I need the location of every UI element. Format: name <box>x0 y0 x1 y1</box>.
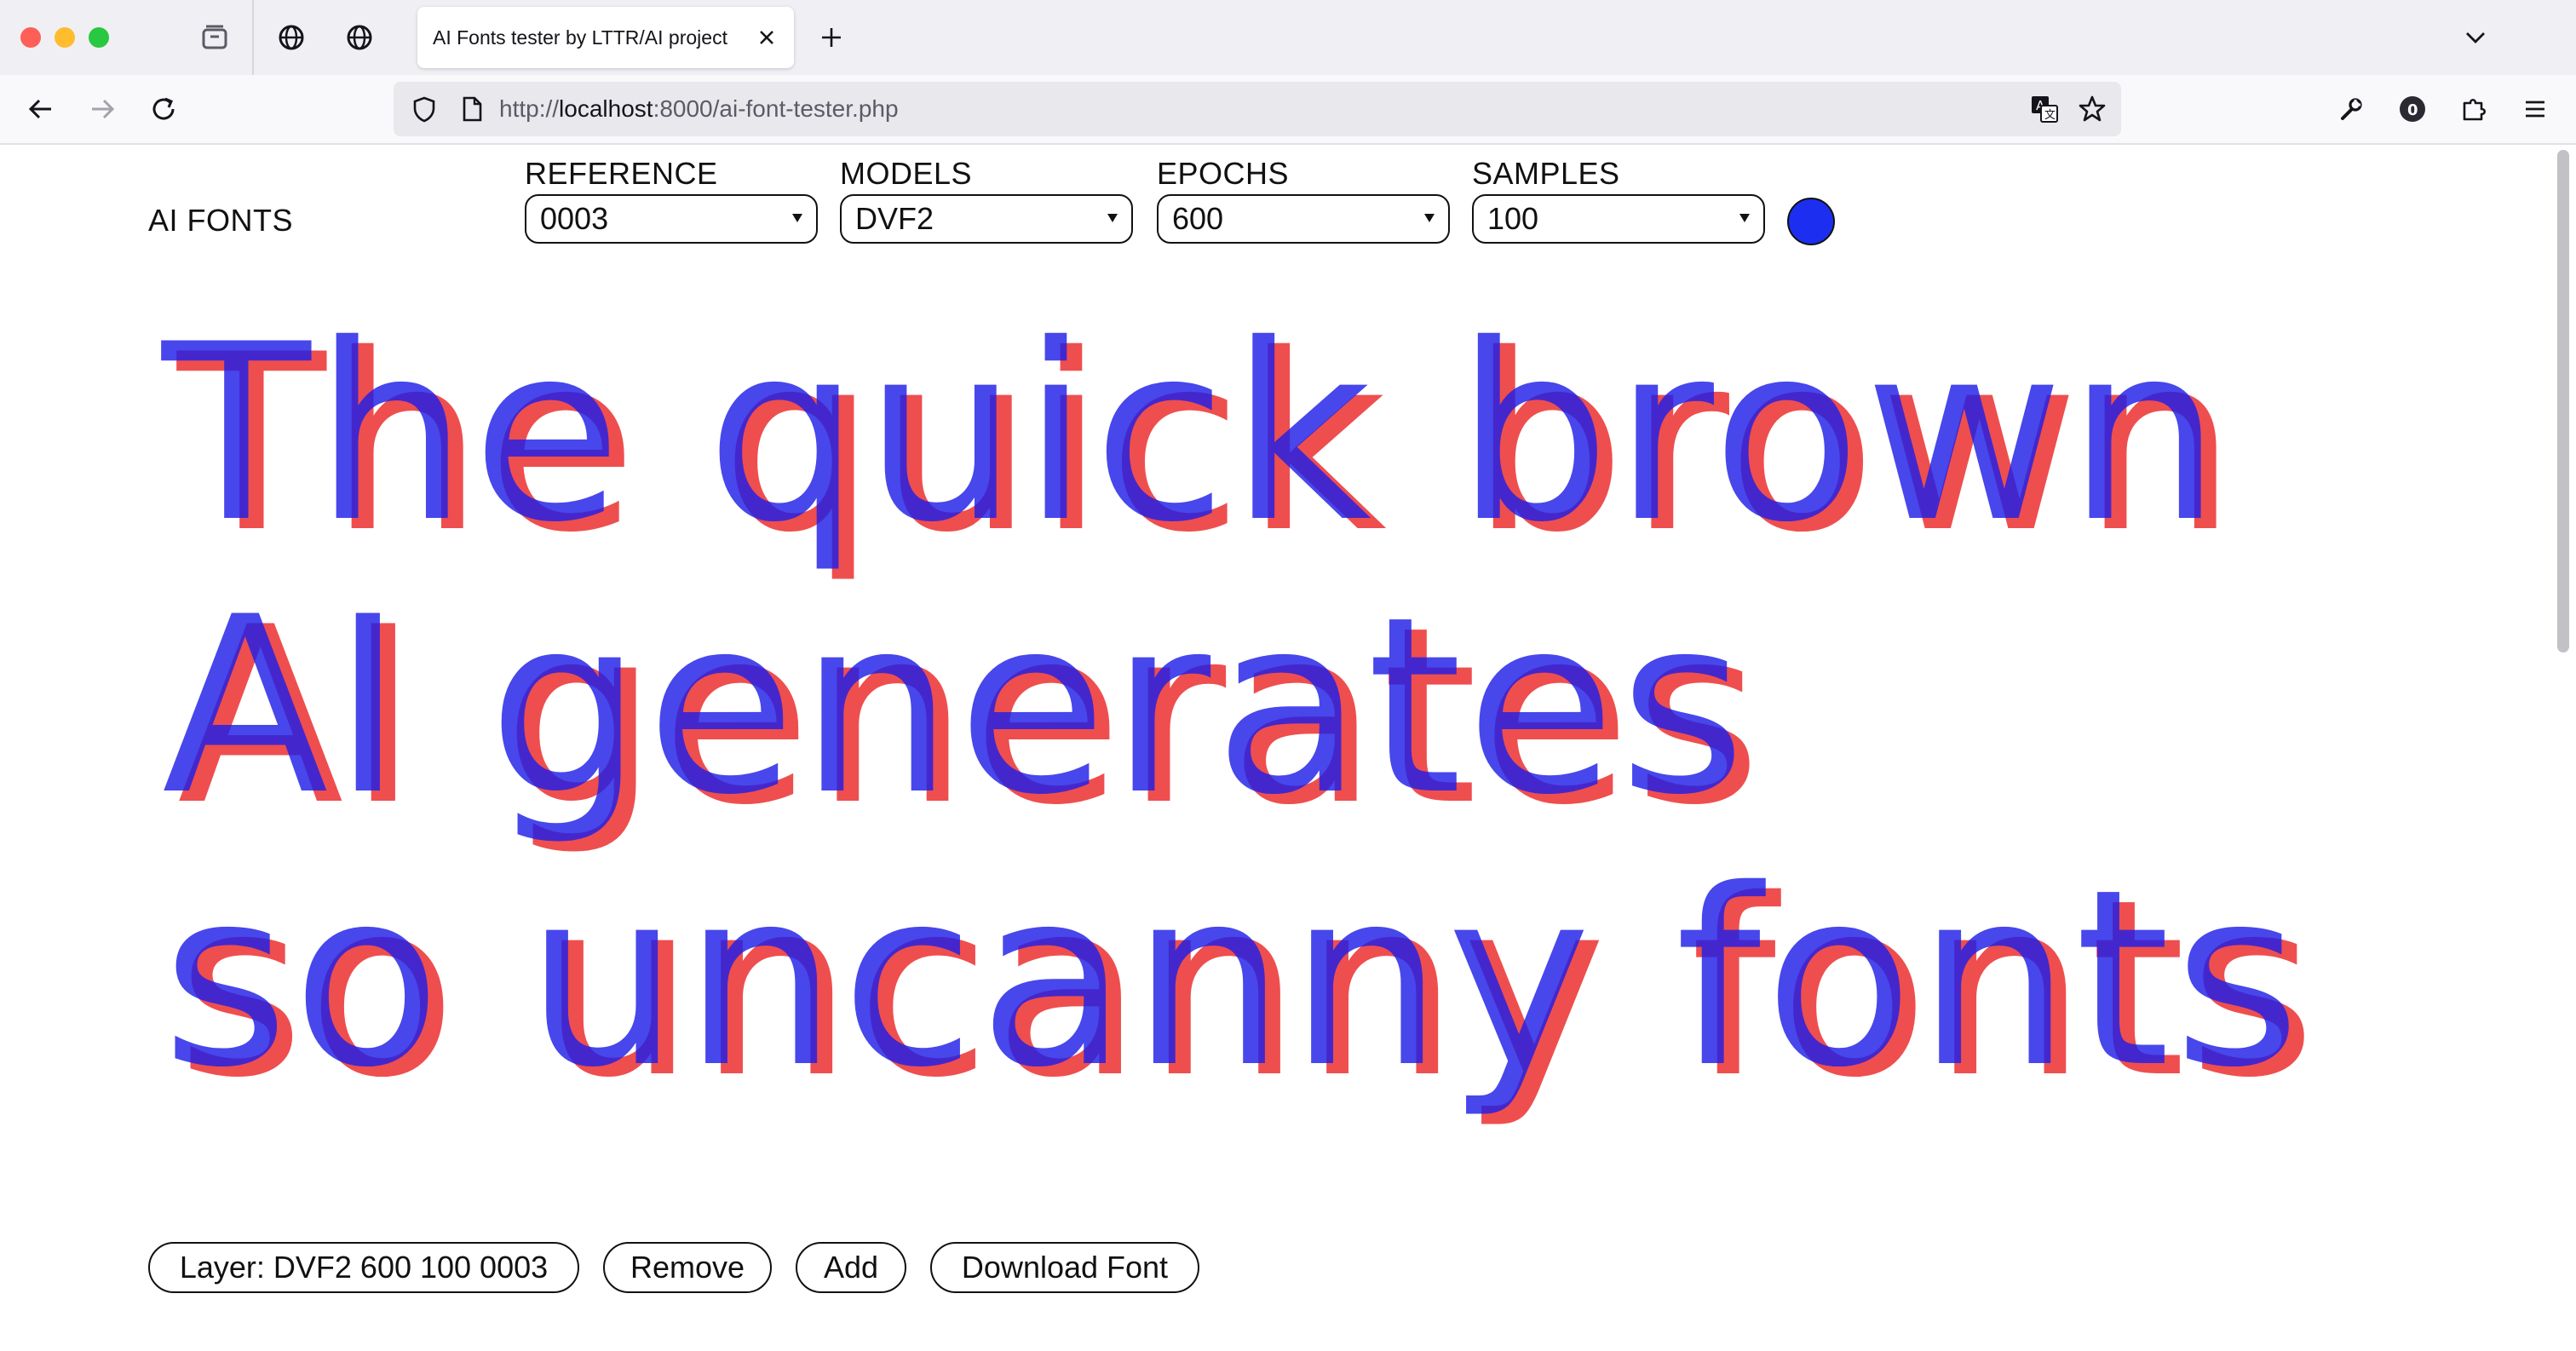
pinned-tab-globe-icon[interactable] <box>341 19 378 56</box>
list-all-tabs-chevron-icon[interactable] <box>2457 19 2494 56</box>
dropdown-arrow-icon <box>1739 214 1750 222</box>
wrench-icon[interactable] <box>2331 89 2372 129</box>
extensions-puzzle-icon[interactable] <box>2453 89 2494 129</box>
account-badge-icon[interactable]: 0 <box>2392 89 2433 129</box>
epochs-select[interactable]: 600 <box>1157 194 1450 244</box>
dropdown-arrow-icon <box>792 214 802 222</box>
firefox-view-icon[interactable] <box>196 19 233 56</box>
specimen-line-top-layer: The quick brown <box>162 293 2225 576</box>
hamburger-menu-icon[interactable] <box>2515 89 2556 129</box>
specimen-line-top-layer: so uncanny fonts <box>162 838 2304 1121</box>
url-text[interactable]: http://localhost:8000/ai-font-tester.php <box>499 82 899 136</box>
new-tab-plus-icon[interactable] <box>813 19 850 56</box>
models-select[interactable]: DVF2 <box>840 194 1133 244</box>
zoom-window-button[interactable] <box>89 27 109 48</box>
dropdown-arrow-icon <box>1107 214 1118 222</box>
specimen-line-top-layer: AI generates <box>162 566 1750 848</box>
samples-select[interactable]: 100 <box>1472 194 1765 244</box>
shield-icon[interactable] <box>405 90 443 128</box>
scrollbar-thumb[interactable] <box>2557 150 2569 653</box>
bookmark-star-icon[interactable] <box>2073 90 2111 128</box>
samples-label: SAMPLES <box>1472 156 1620 191</box>
pinned-tab-globe-icon[interactable] <box>273 19 310 56</box>
tab-divider <box>252 0 254 75</box>
page-content: AI FONTS REFERENCE 0003 MODELS DVF2 EPOC… <box>0 145 2550 1351</box>
reference-label: REFERENCE <box>525 156 718 191</box>
samples-control: SAMPLES 100 <box>1472 153 1765 244</box>
layer-select-button[interactable]: Layer: DVF2 600 100 0003 <box>148 1242 579 1293</box>
epochs-control: EPOCHS 600 <box>1157 153 1450 244</box>
translate-icon[interactable]: A文 <box>2026 90 2063 128</box>
active-tab[interactable]: AI Fonts tester by LTTR/AI project <box>417 7 794 68</box>
download-font-button[interactable]: Download Font <box>930 1242 1199 1293</box>
back-arrow-icon[interactable] <box>20 89 61 129</box>
models-value: DVF2 <box>855 201 934 236</box>
forward-arrow-icon[interactable] <box>82 89 123 129</box>
add-button[interactable]: Add <box>796 1242 906 1293</box>
font-specimen: The quick brown The quick brown AI gener… <box>162 307 2513 1201</box>
page-info-icon[interactable] <box>453 90 491 128</box>
epochs-value: 600 <box>1172 201 1224 236</box>
navigation-toolbar: http://localhost:8000/ai-font-tester.php… <box>0 75 2576 145</box>
models-label: MODELS <box>840 156 973 191</box>
dropdown-arrow-icon <box>1424 214 1435 222</box>
layer-color-picker[interactable] <box>1787 198 1835 245</box>
tab-bar: AI Fonts tester by LTTR/AI project <box>0 0 2576 75</box>
reload-icon[interactable] <box>143 89 184 129</box>
tab-title: AI Fonts tester by LTTR/AI project <box>433 26 727 49</box>
svg-text:0: 0 <box>2407 101 2418 119</box>
remove-button[interactable]: Remove <box>603 1242 772 1293</box>
site-logo: AI FONTS <box>148 203 294 238</box>
epochs-label: EPOCHS <box>1157 156 1290 191</box>
address-bar[interactable]: http://localhost:8000/ai-font-tester.php… <box>394 82 2121 136</box>
close-tab-icon[interactable] <box>751 22 782 53</box>
models-control: MODELS DVF2 <box>840 153 1133 244</box>
reference-control: REFERENCE 0003 <box>525 153 818 244</box>
samples-value: 100 <box>1487 201 1539 236</box>
reference-select[interactable]: 0003 <box>525 194 818 244</box>
svg-text:文: 文 <box>2044 109 2056 122</box>
reference-value: 0003 <box>540 201 609 236</box>
minimize-window-button[interactable] <box>55 27 75 48</box>
close-window-button[interactable] <box>20 27 41 48</box>
